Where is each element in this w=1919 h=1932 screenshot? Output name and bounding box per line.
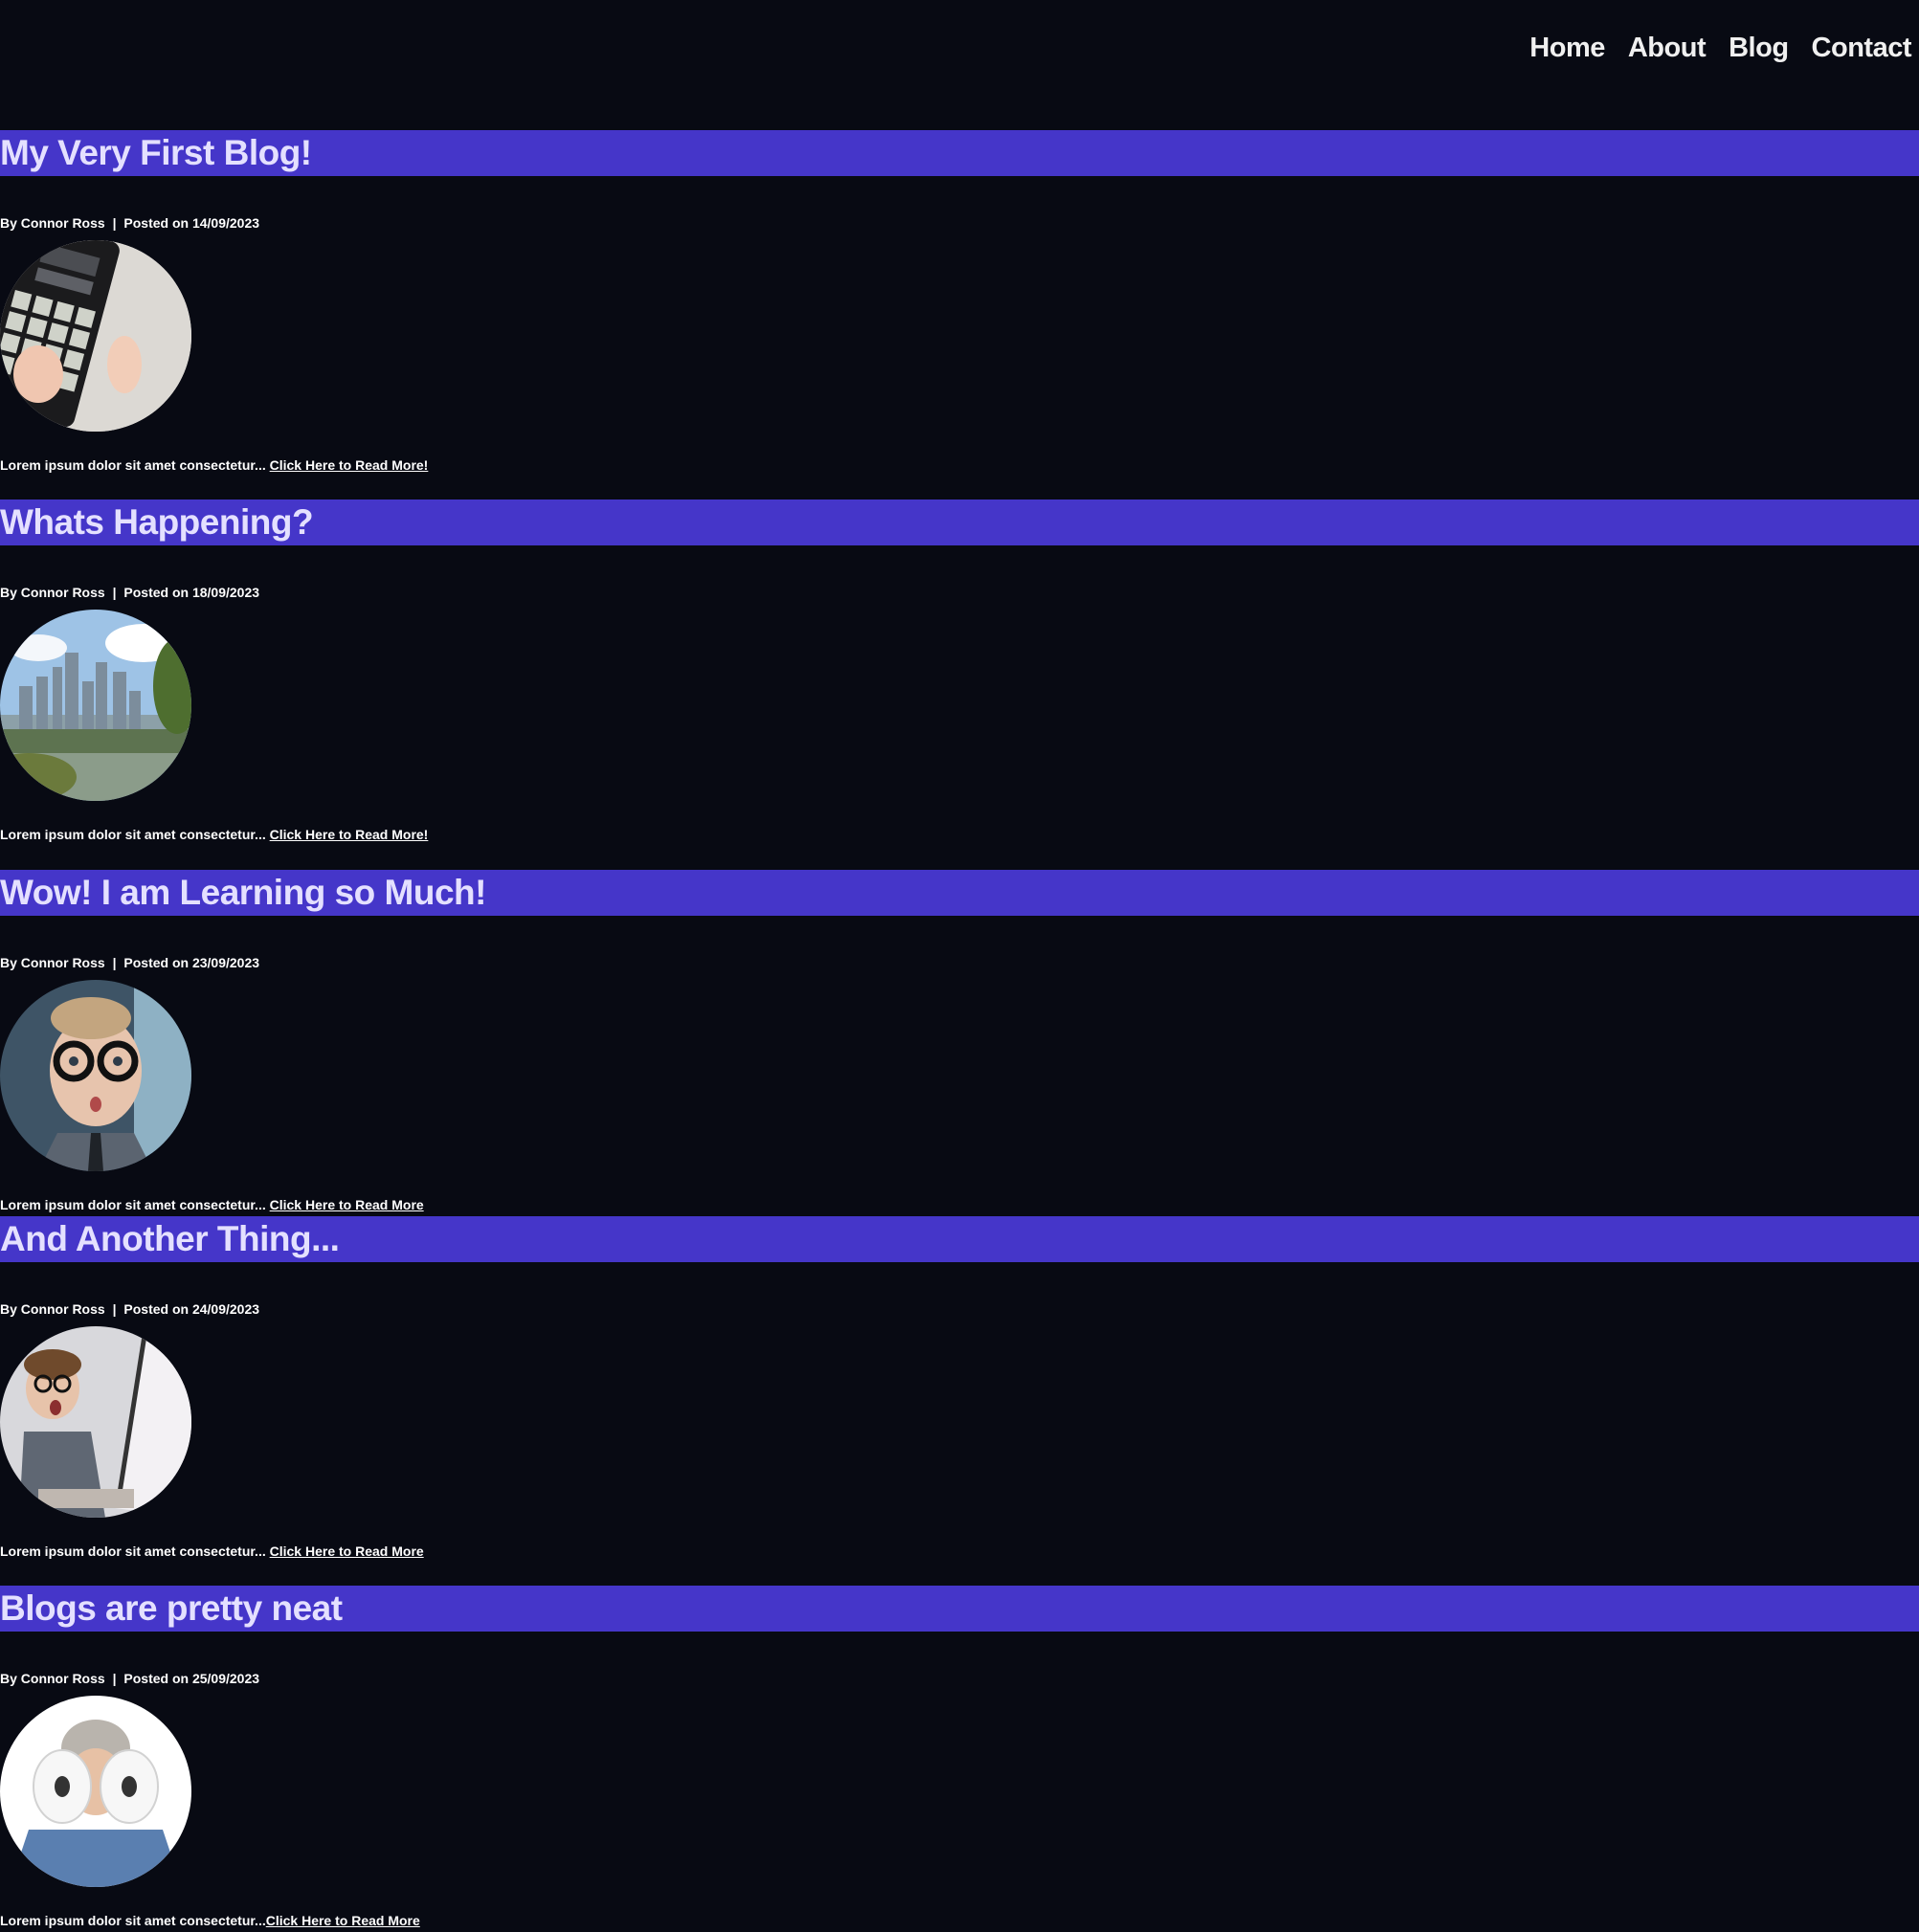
nav-blog-link[interactable]: Blog (1729, 33, 1789, 64)
post-thumbnail (0, 240, 191, 432)
main-nav: Home About Blog Contact (1529, 33, 1911, 64)
nav-contact-link[interactable]: Contact (1812, 33, 1912, 64)
post-meta: By Connor Ross | Posted on 18/09/2023 (0, 585, 259, 600)
toilet-roll-binoculars-image (0, 1696, 191, 1887)
read-more-link[interactable]: Click Here to Read More (270, 1197, 424, 1212)
post-meta: By Connor Ross | Posted on 23/09/2023 (0, 955, 259, 970)
post-excerpt: Lorem ipsum dolor sit amet consectetur..… (0, 827, 428, 842)
post-date: Posted on 18/09/2023 (123, 585, 260, 600)
meta-separator: | (112, 215, 117, 231)
post-meta: By Connor Ross | Posted on 14/09/2023 (0, 215, 259, 231)
post-title-bar: Blogs are pretty neat (0, 1586, 1919, 1632)
post-title: Whats Happening? (0, 502, 314, 542)
post-excerpt: Lorem ipsum dolor sit amet consectetur..… (0, 1543, 424, 1559)
post-title-bar: Wow! I am Learning so Much! (0, 870, 1919, 916)
post-meta: By Connor Ross | Posted on 24/09/2023 (0, 1301, 259, 1317)
post-excerpt: Lorem ipsum dolor sit amet consectetur..… (0, 457, 428, 473)
post-author: By Connor Ross (0, 955, 105, 970)
beat-pad-controller-image (0, 240, 191, 432)
post-author: By Connor Ross (0, 1301, 105, 1317)
post-title-bar: And Another Thing... (0, 1216, 1919, 1262)
post-thumbnail (0, 1326, 191, 1518)
post-title-bar: My Very First Blog! (0, 130, 1919, 176)
excerpt-text: Lorem ipsum dolor sit amet consectetur..… (0, 1197, 266, 1212)
post-title: My Very First Blog! (0, 133, 312, 172)
city-skyline-image (0, 610, 191, 801)
excerpt-text: Lorem ipsum dolor sit amet consectetur..… (0, 827, 266, 842)
meta-separator: | (112, 955, 117, 970)
read-more-link[interactable]: Click Here to Read More! (270, 827, 429, 842)
post-title: Blogs are pretty neat (0, 1588, 343, 1628)
post-title: Wow! I am Learning so Much! (0, 873, 486, 912)
post-date: Posted on 25/09/2023 (123, 1671, 260, 1686)
post-excerpt: Lorem ipsum dolor sit amet consectetur..… (0, 1913, 420, 1928)
post-excerpt: Lorem ipsum dolor sit amet consectetur..… (0, 1197, 424, 1212)
meta-separator: | (112, 1671, 117, 1686)
post-date: Posted on 14/09/2023 (123, 215, 260, 231)
nav-about-link[interactable]: About (1628, 33, 1707, 64)
post-author: By Connor Ross (0, 585, 105, 600)
excerpt-text: Lorem ipsum dolor sit amet consectetur..… (0, 1913, 266, 1928)
post-thumbnail (0, 980, 191, 1171)
read-more-link[interactable]: Click Here to Read More (266, 1913, 420, 1928)
nav-home-link[interactable]: Home (1529, 33, 1605, 64)
post-thumbnail (0, 610, 191, 801)
read-more-link[interactable]: Click Here to Read More (270, 1543, 424, 1559)
post-meta: By Connor Ross | Posted on 25/09/2023 (0, 1671, 259, 1686)
post-thumbnail (0, 1696, 191, 1887)
post-title: And Another Thing... (0, 1219, 340, 1258)
child-with-glasses-image (0, 980, 191, 1171)
excerpt-text: Lorem ipsum dolor sit amet consectetur..… (0, 457, 266, 473)
post-author: By Connor Ross (0, 1671, 105, 1686)
post-author: By Connor Ross (0, 215, 105, 231)
child-at-laptop-image (0, 1326, 191, 1518)
post-date: Posted on 24/09/2023 (123, 1301, 260, 1317)
read-more-link[interactable]: Click Here to Read More! (270, 457, 429, 473)
post-date: Posted on 23/09/2023 (123, 955, 260, 970)
excerpt-text: Lorem ipsum dolor sit amet consectetur..… (0, 1543, 266, 1559)
meta-separator: | (112, 585, 117, 600)
post-title-bar: Whats Happening? (0, 500, 1919, 545)
meta-separator: | (112, 1301, 117, 1317)
